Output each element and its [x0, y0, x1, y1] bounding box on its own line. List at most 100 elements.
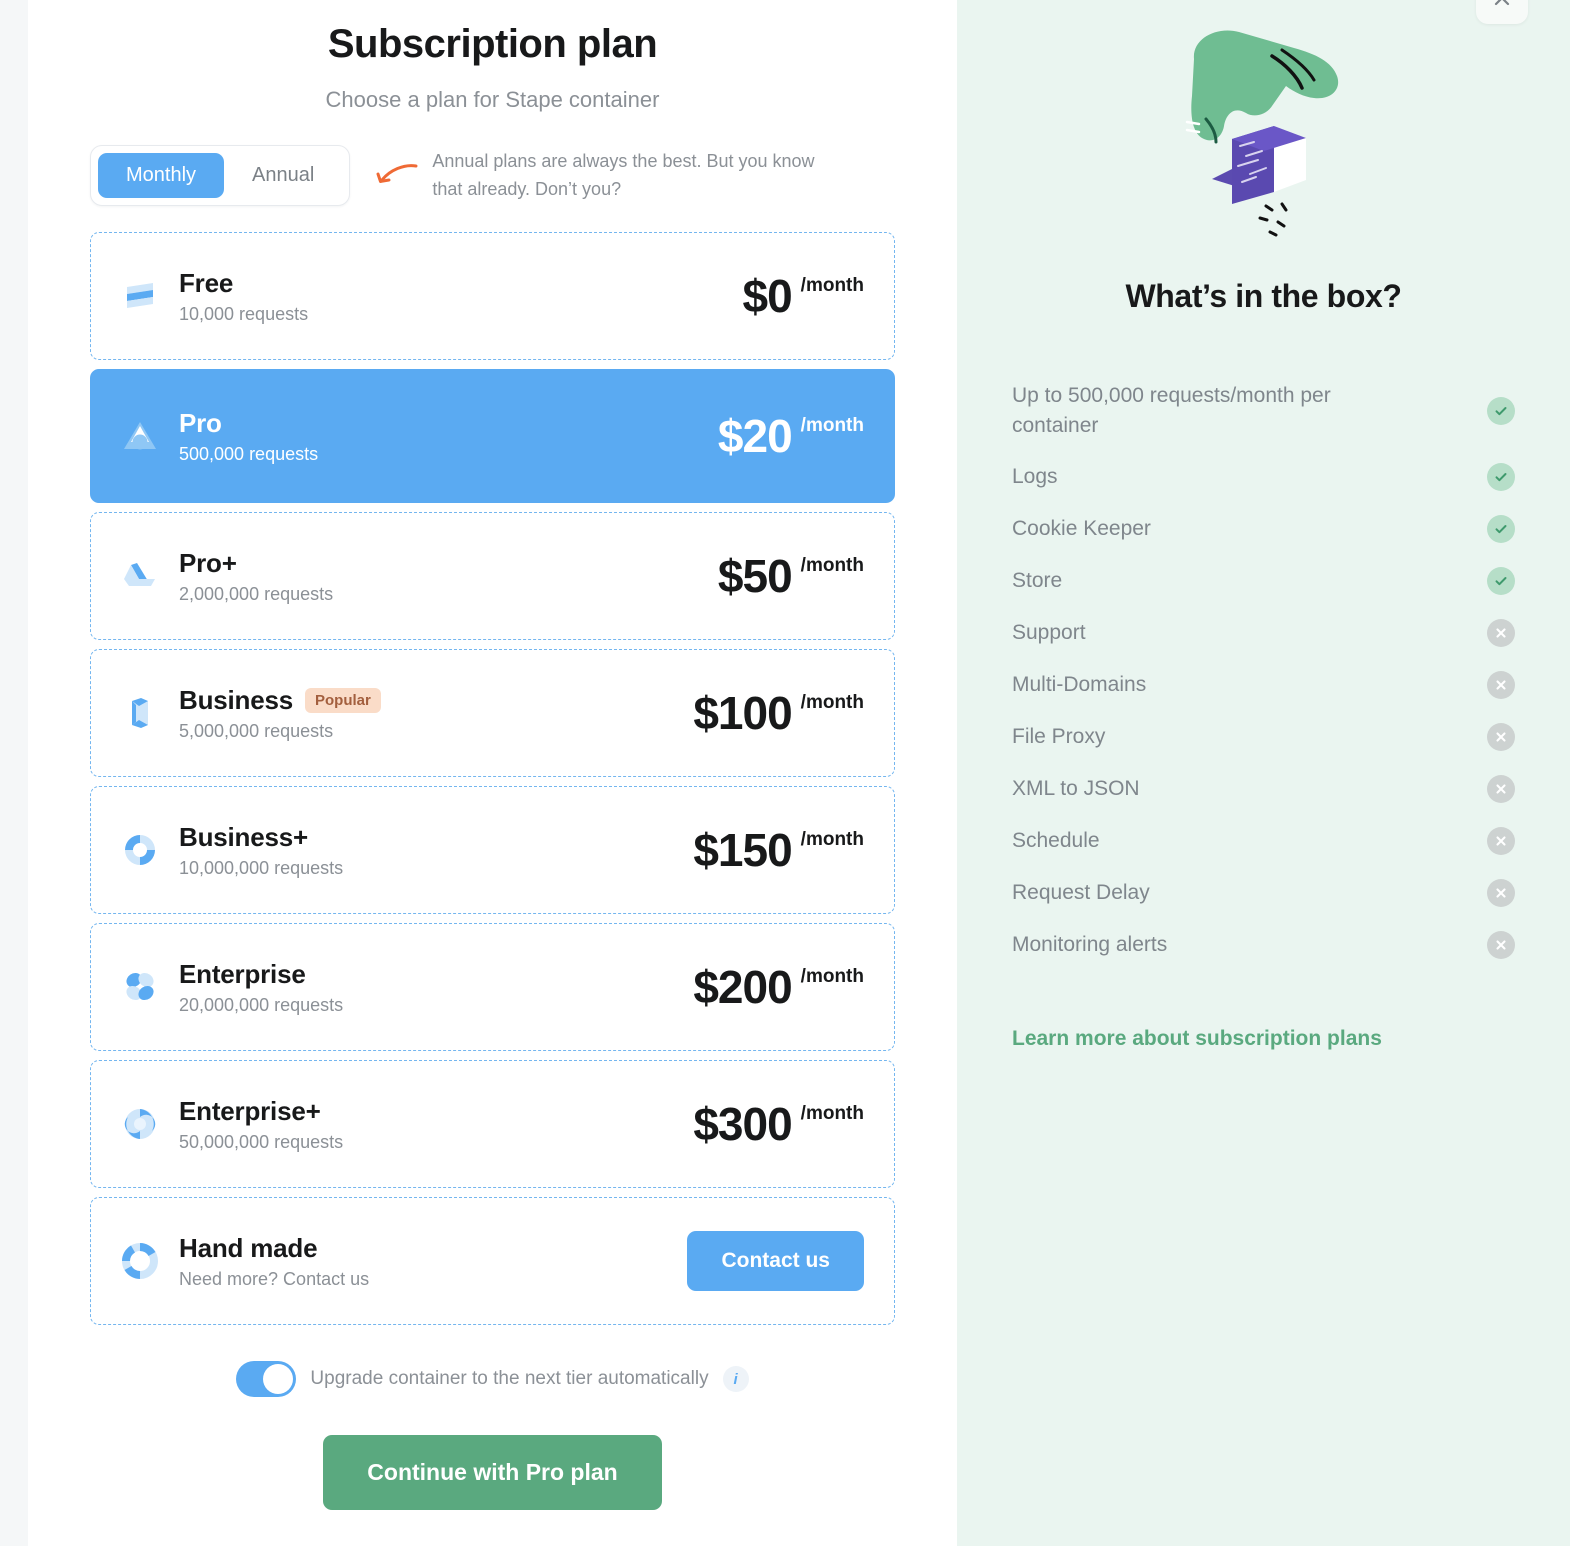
- billing-period-toggle[interactable]: Monthly Annual: [90, 145, 351, 206]
- plan-row[interactable]: Free 10,000 requests $0 /month: [90, 232, 895, 360]
- plan-name: Pro+: [179, 547, 237, 578]
- auto-upgrade-toggle[interactable]: [236, 1361, 297, 1397]
- plan-price-wrap: $0 /month: [743, 273, 865, 319]
- plan-info: Free 10,000 requests: [179, 268, 743, 325]
- plan-name-row: Free: [179, 268, 743, 299]
- plan-name-row: Enterprise: [179, 959, 693, 990]
- continue-button[interactable]: Continue with Pro plan: [323, 1435, 662, 1510]
- plan-name: Free: [179, 267, 234, 298]
- cross-icon: [1487, 722, 1515, 751]
- billing-annual-button[interactable]: Annual: [224, 153, 342, 198]
- billing-monthly-button[interactable]: Monthly: [98, 153, 225, 198]
- plan-name: Business: [179, 684, 294, 715]
- plan-period: /month: [800, 966, 864, 987]
- cross-icon: [1487, 930, 1515, 959]
- feature-item: XML to JSON: [1012, 763, 1515, 815]
- feature-label: Schedule: [1012, 828, 1100, 852]
- plan-price: $300: [693, 1098, 792, 1150]
- feature-item: Monitoring alerts: [1012, 919, 1515, 971]
- plan-requests: 50,000,000 requests: [179, 1131, 344, 1152]
- plan-price-wrap: $300 /month: [693, 1101, 864, 1147]
- cross-icon: [1487, 670, 1515, 699]
- plan-name: Pro: [179, 407, 222, 438]
- plan-period: /month: [800, 275, 864, 296]
- flower-icon: [117, 964, 163, 1010]
- plan-name: Enterprise+: [179, 1095, 321, 1126]
- plan-row[interactable]: Business+ 10,000,000 requests $150 /mont…: [90, 786, 895, 914]
- feature-item: Up to 500,000 requests/month per contain…: [1012, 371, 1515, 451]
- plan-info: Enterprise 20,000,000 requests: [179, 959, 693, 1016]
- plan-requests: 500,000 requests: [179, 443, 319, 464]
- plan-info: Pro 500,000 requests: [179, 408, 718, 465]
- sidebar-title: What’s in the box?: [1125, 278, 1402, 314]
- plan-info: Business+ 10,000,000 requests: [179, 822, 693, 879]
- auto-upgrade-row: Upgrade container to the next tier autom…: [90, 1361, 895, 1397]
- plan-info: Hand made Need more? Contact us: [179, 1233, 687, 1290]
- plan-name-row: Pro+: [179, 548, 718, 579]
- plan-row[interactable]: Business Popular 5,000,000 requests $100…: [90, 649, 895, 777]
- cross-icon: [1487, 878, 1515, 907]
- feature-list: Up to 500,000 requests/month per contain…: [1012, 371, 1515, 971]
- plan-price-wrap: $20 /month: [718, 413, 864, 459]
- plan-price-wrap: $50 /month: [718, 553, 864, 599]
- feature-label: Store: [1012, 568, 1063, 592]
- check-icon: [1487, 514, 1515, 543]
- feature-label: Multi-Domains: [1012, 672, 1147, 696]
- plan-price: $150: [693, 824, 792, 876]
- plan-price: $20: [717, 410, 793, 462]
- plan-name-row: Pro: [179, 408, 718, 439]
- hand-opening-box-illustration: [1012, 14, 1515, 254]
- ring-icon: [117, 1238, 163, 1284]
- cube-icon: [117, 690, 163, 736]
- close-button[interactable]: [1476, 0, 1528, 24]
- plan-requests: 10,000,000 requests: [179, 857, 344, 878]
- page-title: Subscription plan: [327, 22, 658, 66]
- plan-name-row: Business+: [179, 822, 693, 853]
- feature-item: Logs: [1012, 451, 1515, 503]
- auto-upgrade-label: Upgrade container to the next tier autom…: [310, 1368, 709, 1389]
- plan-selection-panel: Subscription plan Choose a plan for Stap…: [28, 0, 957, 1546]
- plan-name-row: Business Popular: [179, 685, 693, 716]
- cross-icon: [1487, 618, 1515, 647]
- plan-info: Pro+ 2,000,000 requests: [179, 548, 718, 605]
- plan-requests: 10,000 requests: [179, 303, 309, 324]
- plan-price: $0: [742, 270, 793, 322]
- plan-name-row: Hand made: [179, 1233, 687, 1264]
- plan-period: /month: [800, 1103, 864, 1124]
- drive-icon: [117, 553, 163, 599]
- pinwheel-icon: [117, 827, 163, 873]
- feature-label: Request Delay: [1012, 880, 1150, 904]
- info-icon[interactable]: i: [722, 1366, 749, 1392]
- feature-label: XML to JSON: [1012, 776, 1140, 800]
- plan-price: $200: [693, 961, 792, 1013]
- plan-row[interactable]: Enterprise 20,000,000 requests $200 /mon…: [90, 923, 895, 1051]
- plan-period: /month: [800, 829, 864, 850]
- plan-row[interactable]: Pro 500,000 requests $20 /month: [90, 369, 895, 503]
- plan-requests: 20,000,000 requests: [179, 994, 344, 1015]
- feature-item: File Proxy: [1012, 711, 1515, 763]
- plan-price: $50: [717, 550, 793, 602]
- feature-label: Monitoring alerts: [1012, 932, 1168, 956]
- feature-item: Support: [1012, 607, 1515, 659]
- feature-item: Schedule: [1012, 815, 1515, 867]
- contact-us-button[interactable]: Contact us: [687, 1231, 864, 1291]
- cross-icon: [1487, 774, 1515, 803]
- subscription-plan-modal: Subscription plan Choose a plan for Stap…: [0, 0, 1570, 1546]
- toggle-knob: [263, 1364, 294, 1394]
- plan-info: Enterprise+ 50,000,000 requests: [179, 1096, 693, 1153]
- plan-requests: 2,000,000 requests: [179, 583, 334, 604]
- plan-price: $100: [693, 687, 792, 739]
- curved-arrow-left-icon: [372, 158, 418, 194]
- learn-more-link[interactable]: Learn more about subscription plans: [1012, 1027, 1382, 1051]
- triangle-icon: [117, 413, 163, 459]
- annual-plan-hint: Annual plans are always the best. But yo…: [432, 151, 815, 199]
- cross-icon: [1487, 826, 1515, 855]
- plan-name: Business+: [179, 821, 308, 852]
- plan-name-row: Enterprise+: [179, 1096, 693, 1127]
- feature-label: Up to 500,000 requests/month per contain…: [1012, 384, 1331, 437]
- plan-row[interactable]: Enterprise+ 50,000,000 requests $300 /mo…: [90, 1060, 895, 1188]
- plan-row-handmade[interactable]: Hand made Need more? Contact us Contact …: [90, 1197, 895, 1325]
- plan-row[interactable]: Pro+ 2,000,000 requests $50 /month: [90, 512, 895, 640]
- check-icon: [1487, 566, 1515, 595]
- close-icon: [1494, 0, 1510, 6]
